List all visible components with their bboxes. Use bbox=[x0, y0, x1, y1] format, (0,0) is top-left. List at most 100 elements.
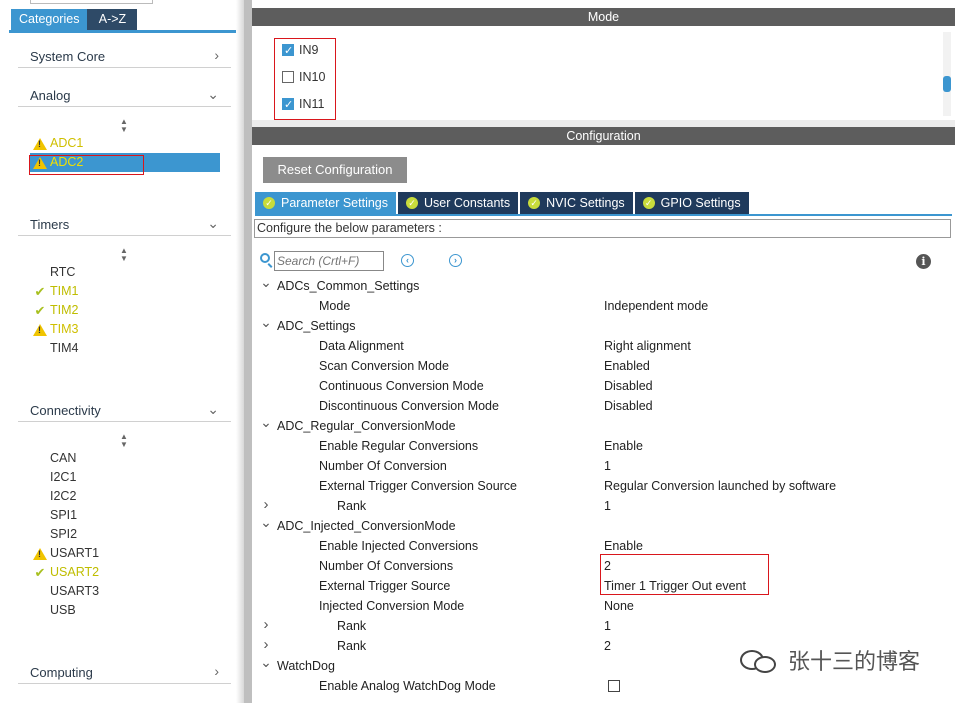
tab-gpio-settings[interactable]: ✓ GPIO Settings bbox=[634, 192, 749, 214]
watermark-text: 张十三的博客 bbox=[788, 650, 921, 675]
param-value[interactable]: Disabled bbox=[604, 396, 653, 416]
chevron-down-icon[interactable]: ⌄ bbox=[260, 512, 272, 532]
sidebar-item-i2c1[interactable]: I2C1 bbox=[30, 468, 220, 487]
param-value[interactable]: Regular Conversion launched by software bbox=[604, 476, 836, 496]
tab-nvic-settings[interactable]: ✓ NVIC Settings bbox=[520, 192, 633, 214]
param-value[interactable]: 2 bbox=[604, 636, 611, 656]
param-value[interactable]: Enable bbox=[604, 436, 643, 456]
sidebar-item-adc1[interactable]: ADC1 bbox=[30, 134, 220, 153]
param-row-discontinuous-conversion-mode[interactable]: Discontinuous Conversion Mode Disabled bbox=[252, 396, 955, 416]
group-adc-settings[interactable]: ⌄ ADC_Settings bbox=[252, 314, 955, 336]
tab-underline bbox=[9, 30, 243, 33]
sidebar-item-rtc[interactable]: RTC bbox=[30, 263, 220, 282]
sidebar-item-tim2[interactable]: ✔ TIM2 bbox=[30, 301, 220, 320]
chevron-down-icon[interactable]: ⌄ bbox=[260, 652, 272, 672]
param-name: Rank bbox=[337, 499, 367, 513]
param-value[interactable]: Independent mode bbox=[604, 296, 708, 316]
group-label: ADC_Injected_ConversionMode bbox=[277, 519, 456, 533]
chevron-down-icon[interactable]: ⌄ bbox=[260, 412, 272, 432]
check-circle-icon: ✓ bbox=[528, 197, 541, 209]
checkbox-unchecked-icon[interactable] bbox=[608, 680, 620, 692]
param-name: Continuous Conversion Mode bbox=[319, 379, 484, 393]
chevron-down-icon[interactable]: ⌄ bbox=[260, 312, 272, 332]
tab-label: GPIO Settings bbox=[660, 196, 741, 210]
item-label: SPI2 bbox=[50, 527, 78, 541]
param-row-injected-conversion-mode[interactable]: Injected Conversion Mode None bbox=[252, 596, 955, 616]
category-computing[interactable]: Computing › bbox=[18, 660, 231, 684]
group-adc-injected-conversionmode[interactable]: ⌄ ADC_Injected_ConversionMode bbox=[252, 514, 955, 536]
param-value[interactable]: Disabled bbox=[604, 376, 653, 396]
tab-parameter-settings[interactable]: ✓ Parameter Settings bbox=[255, 192, 396, 214]
category-connectivity[interactable]: Connectivity ⌄ bbox=[18, 398, 231, 422]
search-icon[interactable] bbox=[260, 253, 270, 263]
sidebar-item-usb[interactable]: USB bbox=[30, 601, 220, 620]
sidebar-item-i2c2[interactable]: I2C2 bbox=[30, 487, 220, 506]
param-value[interactable]: Enable bbox=[604, 536, 643, 556]
category-timers[interactable]: Timers ⌄ bbox=[18, 212, 231, 236]
param-value[interactable]: Right alignment bbox=[604, 336, 691, 356]
param-row-external-trigger-conversion-source[interactable]: External Trigger Conversion Source Regula… bbox=[252, 476, 955, 496]
group-adcs-common-settings[interactable]: ⌄ ADCs_Common_Settings bbox=[252, 274, 955, 296]
category-system-core[interactable]: System Core › bbox=[18, 44, 231, 68]
scroll-up-icon[interactable]: ▲ ▼ bbox=[120, 433, 128, 449]
previous-result-icon[interactable]: ‹ bbox=[401, 254, 414, 267]
sidebar-item-usart2[interactable]: ✔ USART2 bbox=[30, 563, 220, 582]
param-row-rank[interactable]: › Rank 1 bbox=[252, 616, 955, 636]
categories-panel: Categories A->Z System Core › Analog ⌄ ▲… bbox=[0, 0, 244, 703]
sidebar-item-spi2[interactable]: SPI2 bbox=[30, 525, 220, 544]
search-input[interactable] bbox=[274, 251, 384, 271]
sidebar-item-spi1[interactable]: SPI1 bbox=[30, 506, 220, 525]
check-circle-icon: ✓ bbox=[642, 197, 655, 209]
scroll-up-icon[interactable]: ▲ ▼ bbox=[120, 247, 128, 263]
sidebar-item-tim3[interactable]: TIM3 bbox=[30, 320, 220, 339]
param-row-number-of-conversion[interactable]: Number Of Conversion 1 bbox=[252, 456, 955, 476]
tab-categories[interactable]: Categories bbox=[11, 9, 88, 30]
tab-label: NVIC Settings bbox=[546, 196, 625, 210]
item-label: TIM1 bbox=[50, 284, 79, 298]
param-row-data-alignment[interactable]: Data Alignment Right alignment bbox=[252, 336, 955, 356]
chevron-down-icon[interactable]: ⌄ bbox=[260, 272, 272, 292]
check-circle-icon: ✓ bbox=[406, 197, 418, 209]
param-name: Discontinuous Conversion Mode bbox=[319, 399, 499, 413]
param-row-enable-injected-conversions[interactable]: Enable Injected Conversions Enable bbox=[252, 536, 955, 556]
param-row-enable-analog-watchdog-mode[interactable]: Enable Analog WatchDog Mode bbox=[252, 676, 955, 696]
sidebar-item-can[interactable]: CAN bbox=[30, 449, 220, 468]
info-icon[interactable]: i bbox=[916, 254, 931, 269]
warning-icon bbox=[32, 320, 48, 339]
sidebar-item-tim4[interactable]: TIM4 bbox=[30, 339, 220, 358]
item-label: RTC bbox=[50, 265, 76, 279]
next-result-icon[interactable]: › bbox=[449, 254, 462, 267]
chevron-right-icon: › bbox=[214, 47, 219, 63]
tab-user-constants[interactable]: ✓ User Constants bbox=[398, 192, 519, 214]
param-row-scan-conversion-mode[interactable]: Scan Conversion Mode Enabled bbox=[252, 356, 955, 376]
group-adc-regular-conversionmode[interactable]: ⌄ ADC_Regular_ConversionMode bbox=[252, 414, 955, 436]
config-tab-bar: ✓ Parameter Settings ✓ User Constants ✓ … bbox=[255, 192, 751, 214]
category-label: Timers bbox=[30, 217, 70, 232]
param-value[interactable]: Enabled bbox=[604, 356, 650, 376]
mode-scrollbar[interactable] bbox=[943, 32, 951, 116]
scroll-up-icon[interactable]: ▲ ▼ bbox=[120, 118, 128, 134]
param-value[interactable]: None bbox=[604, 596, 634, 616]
item-label: USART1 bbox=[50, 546, 100, 560]
param-row-rank[interactable]: › Rank 1 bbox=[252, 496, 955, 516]
sidebar-item-usart3[interactable]: USART3 bbox=[30, 582, 220, 601]
param-value[interactable]: 1 bbox=[604, 496, 611, 516]
chevron-right-icon[interactable]: › bbox=[260, 615, 272, 635]
item-label: I2C1 bbox=[50, 470, 77, 484]
param-name: Number Of Conversions bbox=[319, 559, 454, 573]
param-value[interactable]: 1 bbox=[604, 456, 611, 476]
reset-configuration-button[interactable]: Reset Configuration bbox=[263, 157, 407, 183]
panel-splitter[interactable] bbox=[244, 0, 252, 703]
group-label: ADCs_Common_Settings bbox=[277, 279, 420, 293]
mode-scrollbar-thumb[interactable] bbox=[943, 76, 951, 92]
param-row-continuous-conversion-mode[interactable]: Continuous Conversion Mode Disabled bbox=[252, 376, 955, 396]
category-analog[interactable]: Analog ⌄ bbox=[18, 83, 231, 107]
param-row-mode[interactable]: Mode Independent mode bbox=[252, 296, 955, 316]
sidebar-item-usart1[interactable]: USART1 bbox=[30, 544, 220, 563]
param-value[interactable]: 1 bbox=[604, 616, 611, 636]
param-name: External Trigger Source bbox=[319, 579, 451, 593]
param-row-enable-regular-conversions[interactable]: Enable Regular Conversions Enable bbox=[252, 436, 955, 456]
tab-a-to-z[interactable]: A->Z bbox=[87, 9, 138, 30]
item-label: TIM4 bbox=[50, 341, 79, 355]
sidebar-item-tim1[interactable]: ✔ TIM1 bbox=[30, 282, 220, 301]
